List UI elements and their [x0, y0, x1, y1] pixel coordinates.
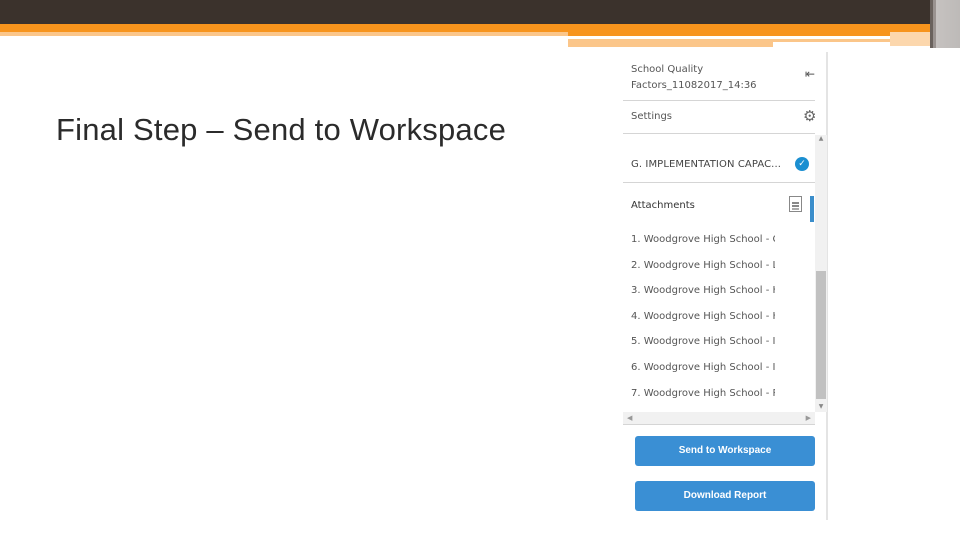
- slide-orange-stripe-right: [568, 32, 930, 36]
- horizontal-scrollbar[interactable]: ◀ ▶: [623, 412, 815, 425]
- scroll-down-arrow-icon[interactable]: ▼: [815, 402, 827, 412]
- check-circle-icon: ✓: [795, 157, 809, 171]
- collapse-panel-icon[interactable]: ⇤: [805, 67, 815, 81]
- section-label: G. IMPLEMENTATION CAPAC...: [631, 159, 782, 170]
- attachment-item[interactable]: 7. Woodgrove High School - R: [623, 387, 775, 413]
- panel-scroll-area: G. IMPLEMENTATION CAPAC... ✓ Attachments…: [623, 135, 828, 425]
- panel-header: School Quality Factors_11082017_14:36 ⇤: [623, 52, 815, 101]
- settings-row[interactable]: Settings ⚙: [623, 102, 816, 134]
- slide-orange-line-2: [568, 42, 773, 47]
- scroll-right-arrow-icon[interactable]: ▶: [806, 412, 811, 425]
- settings-label: Settings: [631, 111, 673, 122]
- scroll-left-arrow-icon[interactable]: ◀: [627, 412, 632, 425]
- vertical-scroll-thumb[interactable]: [816, 271, 826, 399]
- document-icon: [789, 196, 802, 212]
- scroll-up-arrow-icon[interactable]: ▲: [815, 135, 827, 143]
- slide-header-bar: [0, 0, 960, 24]
- slide-orange-stripe: [0, 24, 930, 32]
- attachments-label: Attachments: [631, 200, 695, 211]
- attachment-item[interactable]: 6. Woodgrove High School - I: [623, 361, 775, 387]
- vertical-scrollbar[interactable]: ▲ ▼: [815, 135, 827, 412]
- slide-orange-fade: [890, 32, 930, 46]
- download-report-button[interactable]: Download Report: [635, 481, 815, 511]
- slide-orange-stripe-light: [0, 32, 568, 36]
- report-name-line-2: Factors_11082017_14:36: [631, 80, 757, 91]
- attachment-item[interactable]: 4. Woodgrove High School - H: [623, 310, 775, 336]
- report-name: School Quality Factors_11082017_14:36: [631, 62, 791, 94]
- section-item-implementation-capacity[interactable]: G. IMPLEMENTATION CAPAC... ✓: [623, 135, 815, 183]
- active-indicator: [810, 196, 814, 222]
- send-to-workspace-button[interactable]: Send to Workspace: [635, 436, 815, 466]
- report-name-line-1: School Quality: [631, 64, 704, 75]
- report-panel: School Quality Factors_11082017_14:36 ⇤ …: [623, 52, 828, 520]
- attachment-item[interactable]: 2. Woodgrove High School - L: [623, 259, 775, 285]
- attachment-item[interactable]: 3. Woodgrove High School - H: [623, 284, 775, 310]
- attachment-item[interactable]: 1. Woodgrove High School - C: [623, 233, 775, 259]
- attachment-item[interactable]: 5. Woodgrove High School - I: [623, 335, 775, 361]
- attachments-header[interactable]: Attachments: [623, 184, 815, 224]
- slide-header-accent: [930, 0, 960, 48]
- gear-icon[interactable]: ⚙: [803, 107, 816, 125]
- slide-title: Final Step – Send to Workspace: [56, 112, 507, 147]
- attachments-list: 1. Woodgrove High School - C 2. Woodgrov…: [623, 233, 813, 412]
